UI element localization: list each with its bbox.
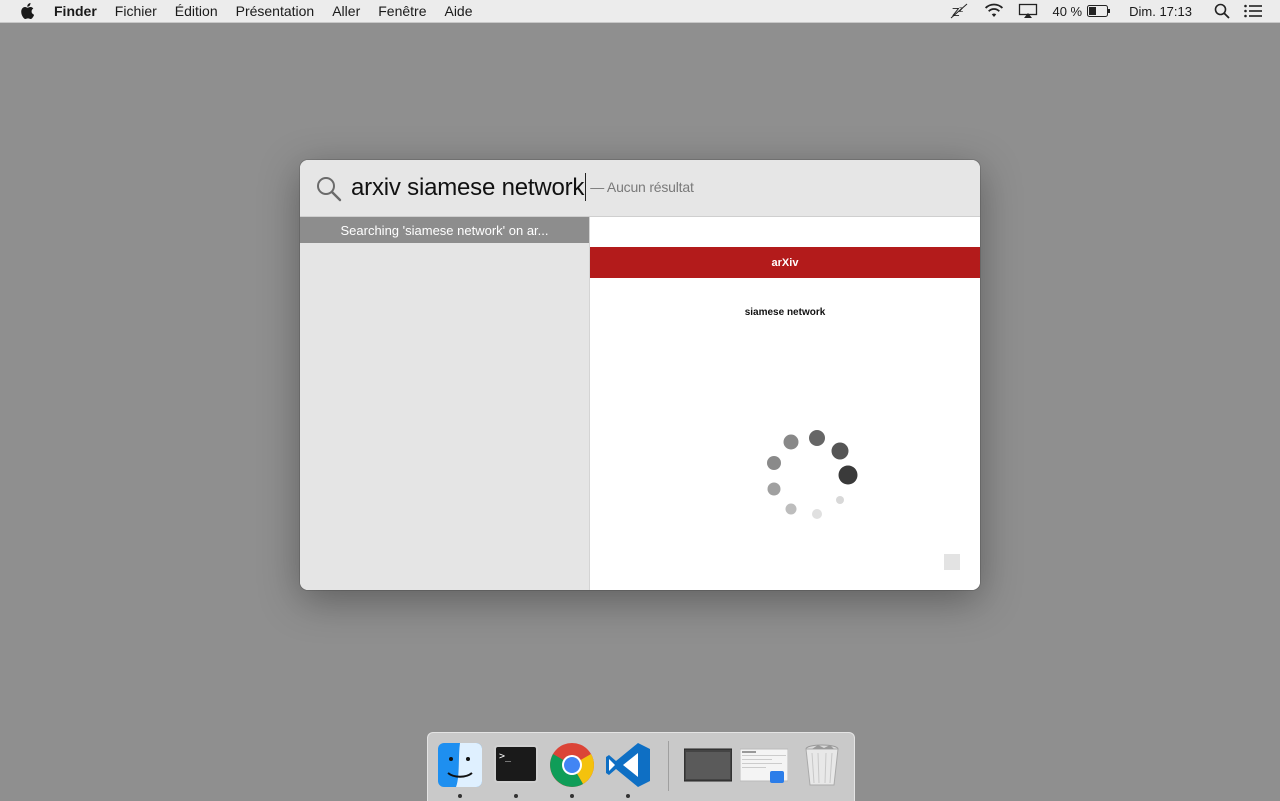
arxiv-banner-label: arXiv <box>771 256 799 269</box>
running-indicator <box>458 794 462 798</box>
menu-fichier[interactable]: Fichier <box>115 3 157 19</box>
apple-menu-icon[interactable] <box>18 2 36 20</box>
trash-icon[interactable] <box>798 741 846 791</box>
battery-percent[interactable]: 40 % <box>1052 4 1082 19</box>
spotlight-search-bar[interactable]: arxiv siamese network — Aucun résultat <box>300 160 980 217</box>
vscode-icon[interactable] <box>604 741 652 798</box>
menu-edition[interactable]: Édition <box>175 3 218 19</box>
result-item-selected[interactable]: Searching 'siamese network' on ar... <box>300 217 589 243</box>
menu-presentation[interactable]: Présentation <box>236 3 315 19</box>
svg-text:>_: >_ <box>499 751 512 762</box>
notification-center-icon[interactable] <box>1244 4 1262 18</box>
sleep-zz-icon[interactable]: Zz <box>950 3 970 19</box>
menu-fenetre[interactable]: Fenêtre <box>378 3 426 19</box>
loading-spinner-icon <box>760 422 860 522</box>
preview-pane: arXiv siamese network <box>590 217 980 590</box>
document-thumbnail-icon[interactable] <box>739 741 789 791</box>
dock: >_ <box>427 732 855 801</box>
battery-icon[interactable] <box>1087 5 1111 17</box>
spotlight-icon[interactable] <box>1214 3 1230 19</box>
search-icon <box>316 176 342 202</box>
terminal-icon[interactable]: >_ <box>492 741 540 798</box>
running-indicator <box>570 794 574 798</box>
dock-separator <box>668 741 669 791</box>
finder-icon[interactable] <box>436 741 484 798</box>
menu-aller[interactable]: Aller <box>332 3 360 19</box>
preview-corner-square <box>944 554 960 570</box>
menu-bar: Finder Fichier Édition Présentation Alle… <box>0 0 1280 23</box>
menu-finder[interactable]: Finder <box>54 3 97 19</box>
search-hint: — Aucun résultat <box>590 179 694 195</box>
running-indicator <box>626 794 630 798</box>
spotlight-search-input[interactable]: arxiv siamese network — Aucun résultat <box>351 173 694 202</box>
result-item-label: Searching 'siamese network' on ar... <box>340 222 549 238</box>
spotlight-window: arxiv siamese network — Aucun résultat Se… <box>300 160 980 590</box>
airplay-icon[interactable] <box>1018 3 1038 19</box>
clock[interactable]: Dim. 17:13 <box>1129 4 1192 19</box>
results-list: Searching 'siamese network' on ar... <box>300 217 590 590</box>
running-indicator <box>514 794 518 798</box>
text-caret <box>585 173 587 201</box>
window-thumbnail-icon[interactable] <box>683 741 733 791</box>
search-query-text: arxiv siamese network <box>351 174 585 201</box>
menu-aide[interactable]: Aide <box>444 3 472 19</box>
arxiv-banner: arXiv <box>590 247 980 278</box>
wifi-icon[interactable] <box>984 3 1004 19</box>
preview-title: siamese network <box>744 307 826 318</box>
chrome-icon[interactable] <box>548 741 596 798</box>
